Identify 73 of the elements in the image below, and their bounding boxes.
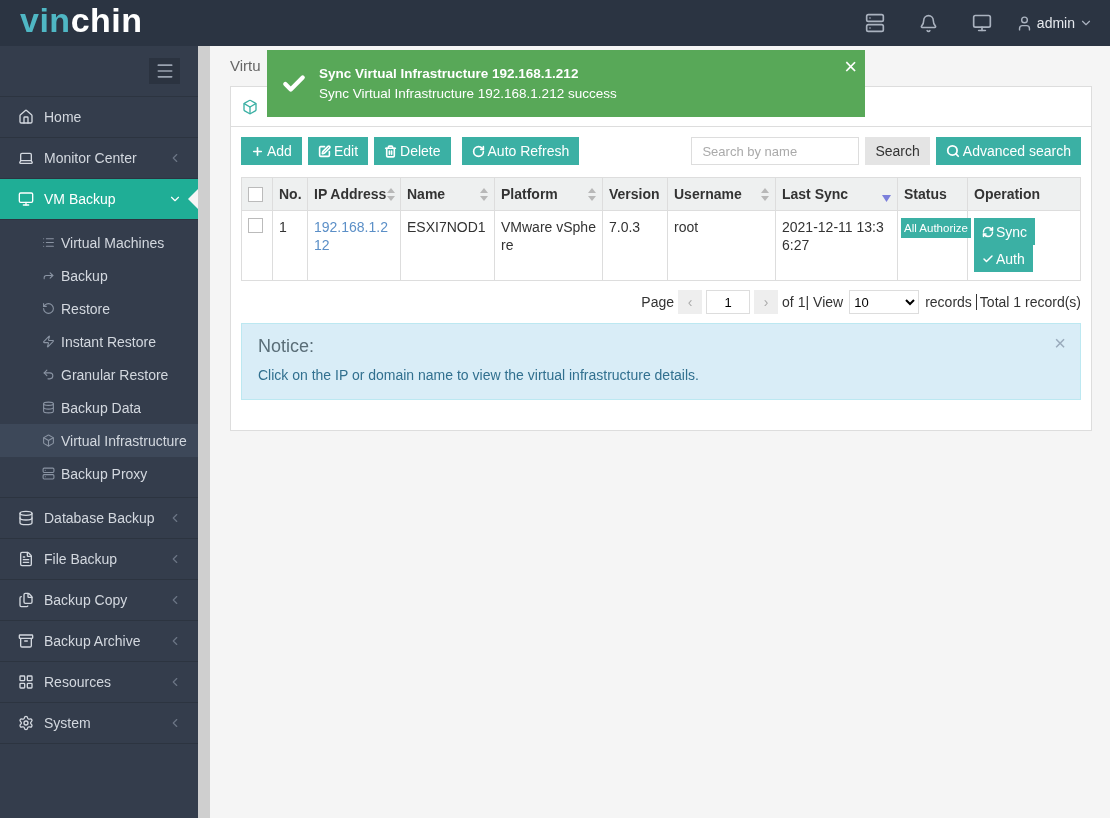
column-header[interactable]: Last Sync	[775, 177, 898, 211]
subitem-icon	[42, 335, 55, 348]
ip-link[interactable]: 192.168.1.212	[314, 218, 394, 254]
page-field[interactable]: 1	[706, 290, 751, 314]
breadcrumb: Virtu	[230, 56, 261, 76]
subitem-icon	[42, 236, 55, 249]
column-header[interactable]: Username	[667, 177, 776, 211]
column-header: Operation	[967, 177, 1081, 211]
table-cell: 1	[272, 210, 308, 281]
table-cell: root	[667, 210, 776, 281]
sidebar-item-icon	[18, 191, 34, 207]
sidebar-item-icon	[18, 674, 34, 690]
row-checkbox[interactable]	[248, 218, 263, 233]
vinchin-logo: vinchin	[20, 3, 143, 37]
total-records: Total 1 record(s)	[975, 294, 1081, 310]
column-header: Version	[602, 177, 668, 211]
refresh-icon	[982, 225, 994, 238]
menu-toggle-button[interactable]	[149, 58, 180, 84]
subitem-icon	[42, 368, 55, 381]
status-badge: All Authorize	[901, 218, 971, 238]
page-count: of 1|	[782, 294, 810, 310]
table-cell: VMware vSphere	[494, 210, 603, 281]
notice-title: Notice:	[258, 336, 315, 357]
column-header: No.	[272, 177, 308, 211]
monitor-icon[interactable]	[971, 13, 992, 33]
sidebar-subitem[interactable]: Backup Proxy	[0, 457, 198, 490]
sidebar-subitem[interactable]: Virtual Infrastructure	[0, 424, 198, 457]
sidebar-item-icon	[18, 715, 34, 731]
scrollbar-track[interactable]	[198, 46, 210, 818]
column-header[interactable]: Name	[400, 177, 495, 211]
cube-icon	[242, 98, 258, 115]
column-header: Status	[897, 177, 968, 211]
toast-title: Sync Virtual Infrastructure 192.168.1.212	[319, 66, 580, 81]
sidebar-item-icon	[18, 109, 34, 125]
sidebar-subitem[interactable]: Granular Restore	[0, 358, 198, 391]
sidebar-subitem[interactable]: Virtual Machines	[0, 226, 198, 259]
table-cell: ESXI7NOD1	[400, 210, 495, 281]
view-label: View	[813, 294, 844, 310]
add-icon	[251, 144, 264, 158]
sidebar-item-icon	[18, 633, 34, 649]
notice-text: Click on the IP or domain name to view the virtual infrastructure details.	[258, 367, 700, 383]
sidebar-item-icon	[18, 592, 34, 608]
subitem-icon	[42, 467, 55, 480]
server-icon[interactable]	[864, 13, 885, 33]
sidebar-subitem[interactable]: Backup	[0, 259, 198, 292]
subitem-icon	[42, 269, 55, 282]
search-button[interactable]: Search	[865, 137, 930, 165]
sidebar-subitem[interactable]: Instant Restore	[0, 325, 198, 358]
sidebar-subitem[interactable]: Restore	[0, 292, 198, 325]
edit-icon	[317, 144, 331, 158]
subitem-icon	[42, 434, 55, 447]
table-cell: 2021-12-11 13:36:27	[775, 210, 898, 281]
search-field[interactable]: Search by name	[691, 137, 860, 165]
per-page-select[interactable]: 10	[849, 290, 920, 314]
table-cell: 7.0.3	[602, 210, 668, 281]
bell-icon[interactable]	[918, 13, 938, 33]
subitem-icon	[42, 302, 55, 315]
check-icon	[982, 252, 994, 265]
select-all-checkbox[interactable]	[248, 186, 263, 202]
search-icon	[945, 144, 960, 158]
delete-icon	[384, 144, 398, 158]
refresh-icon	[471, 144, 485, 158]
records-label: records	[925, 294, 972, 310]
sidebar-subitem[interactable]: Backup Data	[0, 391, 198, 424]
page-label: Page	[641, 294, 675, 310]
subitem-icon	[42, 401, 55, 414]
user-menu[interactable]: admin	[1036, 15, 1075, 31]
toast-message: Sync Virtual Infrastructure 192.168.1.212 success	[319, 86, 617, 101]
sidebar-item-icon	[18, 510, 34, 526]
sidebar-item-icon	[18, 150, 34, 166]
column-header[interactable]: IP Address	[307, 177, 401, 211]
sidebar-item-icon	[18, 551, 34, 567]
column-header[interactable]: Platform	[494, 177, 603, 211]
